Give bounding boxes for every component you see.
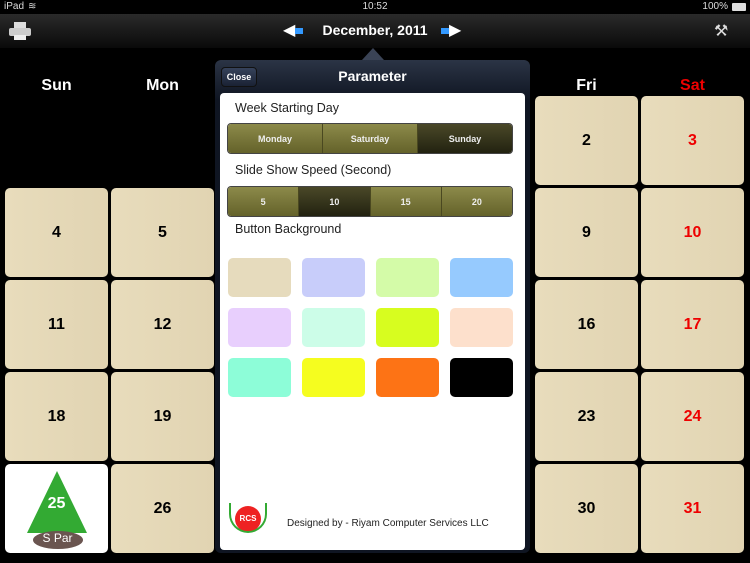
battery-icon	[732, 3, 746, 11]
speed-option-5[interactable]: 5	[228, 187, 300, 216]
week-option-monday[interactable]: Monday	[228, 124, 323, 153]
day-cell[interactable]: 10	[641, 188, 744, 277]
day-cell[interactable]: 16	[535, 280, 638, 369]
color-swatch[interactable]	[302, 358, 365, 397]
day-number: 25	[47, 494, 66, 512]
month-title: December, 2011	[322, 22, 428, 38]
toolbar: ◀ December, 2011 ▶ ⚒	[0, 14, 750, 48]
day-cell[interactable]: 4	[5, 188, 108, 277]
day-cell[interactable]: 19	[111, 372, 214, 461]
christmas-tree-icon: 25 S Par	[17, 467, 97, 551]
week-label: Week Starting Day	[235, 101, 339, 115]
color-swatch[interactable]	[450, 258, 513, 297]
color-swatch[interactable]	[302, 308, 365, 347]
popover-content: Week Starting Day Monday Saturday Sunday S…	[220, 93, 525, 550]
color-swatch[interactable]	[228, 308, 291, 347]
week-option-sunday[interactable]: Sunday	[418, 124, 512, 153]
day-header-fri: Fri	[576, 77, 597, 94]
status-bar: iPad ≋ 10:52 100%	[0, 0, 750, 14]
day-cell[interactable]: 30	[535, 464, 638, 553]
battery-label: 100%	[702, 1, 728, 12]
day-cell[interactable]: 3	[641, 96, 744, 185]
day-cell[interactable]: 11	[5, 280, 108, 369]
speed-option-20[interactable]: 20	[441, 187, 512, 216]
tools-icon[interactable]: ⚒	[714, 21, 728, 41]
rcs-logo: RCS	[229, 503, 267, 543]
clock: 10:52	[362, 1, 388, 12]
color-swatch[interactable]	[450, 358, 513, 397]
parameter-popover: Close Parameter Week Starting Day Monday…	[215, 60, 530, 553]
speed-segmented: 5 10 15 20	[227, 186, 513, 217]
color-swatch[interactable]	[228, 358, 291, 397]
color-swatch[interactable]	[376, 308, 439, 347]
color-swatch[interactable]	[376, 258, 439, 297]
color-swatch[interactable]	[302, 258, 365, 297]
day-cell[interactable]: 24	[641, 372, 744, 461]
popover-arrow	[362, 48, 384, 60]
day-cell[interactable]: 25 S Par	[5, 464, 108, 553]
day-cell[interactable]: 23	[535, 372, 638, 461]
speed-option-15[interactable]: 15	[370, 187, 442, 216]
day-header-sun: Sun	[41, 77, 72, 94]
day-cell[interactable]: 31	[641, 464, 744, 553]
day-header-sat: Sat	[680, 77, 705, 94]
day-cell[interactable]: 9	[535, 188, 638, 277]
bg-label: Button Background	[235, 222, 342, 236]
week-option-saturday[interactable]: Saturday	[323, 124, 418, 153]
event-label: S Par	[32, 530, 83, 549]
day-cell[interactable]: 18	[5, 372, 108, 461]
day-header-mon: Mon	[146, 77, 179, 94]
speed-option-10[interactable]: 10	[299, 187, 371, 216]
color-swatch[interactable]	[228, 258, 291, 297]
day-cell[interactable]: 26	[111, 464, 214, 553]
color-swatch[interactable]	[450, 308, 513, 347]
day-cell[interactable]: 5	[111, 188, 214, 277]
speed-label: Slide Show Speed (Second)	[235, 163, 392, 177]
day-cell[interactable]: 2	[535, 96, 638, 185]
week-start-segmented: Monday Saturday Sunday	[227, 123, 513, 154]
credit-text: Designed by - Riyam Computer Services LL…	[287, 518, 489, 529]
arrow-right-icon[interactable]: ▶	[441, 23, 463, 39]
day-cell[interactable]: 17	[641, 280, 744, 369]
color-swatch[interactable]	[376, 358, 439, 397]
popover-title: Parameter	[338, 68, 407, 84]
day-cell[interactable]: 12	[111, 280, 214, 369]
